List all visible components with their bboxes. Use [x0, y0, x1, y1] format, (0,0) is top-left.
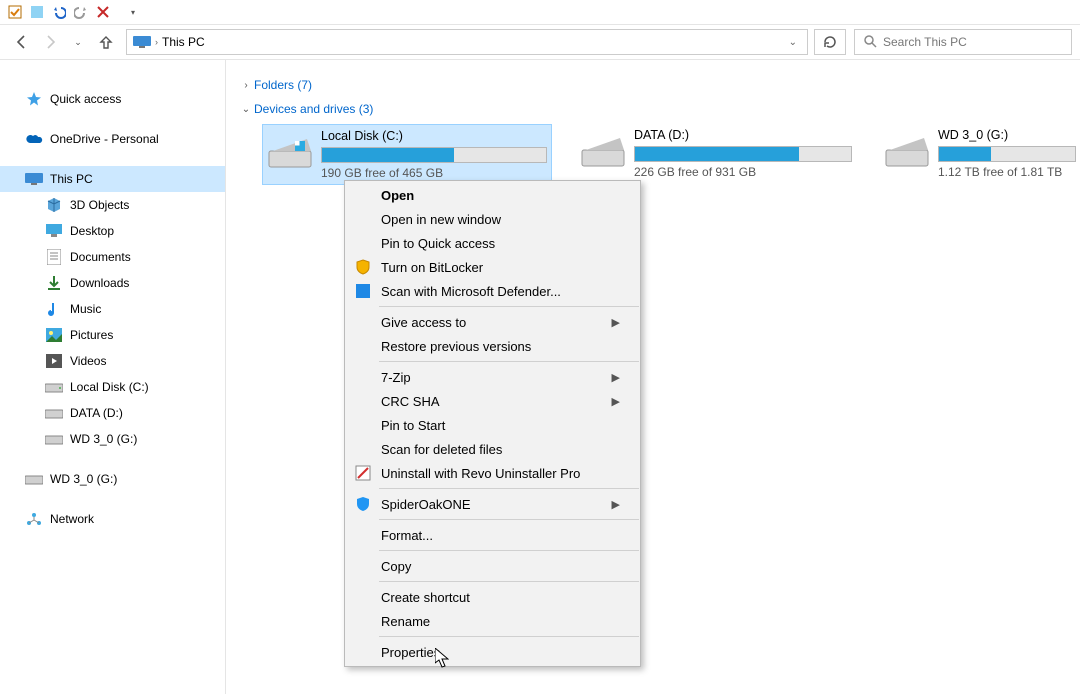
drive-free: 190 GB free of 465 GB: [321, 166, 547, 180]
menu-crc-sha[interactable]: CRC SHA▶: [345, 389, 640, 413]
properties-icon[interactable]: [4, 1, 26, 23]
star-icon: [24, 89, 44, 109]
menu-properties[interactable]: Properties: [345, 640, 640, 664]
menu-revo[interactable]: Uninstall with Revo Uninstaller Pro: [345, 461, 640, 485]
sidebar-data-d[interactable]: DATA (D:): [0, 400, 225, 426]
refresh-button[interactable]: [814, 29, 846, 55]
context-menu: Open Open in new window Pin to Quick acc…: [344, 180, 641, 667]
menu-scan-deleted[interactable]: Scan for deleted files: [345, 437, 640, 461]
sidebar-pictures[interactable]: Pictures: [0, 322, 225, 348]
menu-bitlocker[interactable]: Turn on BitLocker: [345, 255, 640, 279]
defender-icon: [353, 281, 373, 301]
music-icon: [44, 299, 64, 319]
drive-icon: [24, 469, 44, 489]
back-button[interactable]: [8, 28, 36, 56]
sidebar-videos[interactable]: Videos: [0, 348, 225, 374]
chevron-right-icon: ›: [238, 80, 254, 91]
chevron-right-icon: ▶: [612, 316, 620, 329]
drive-icon: [44, 377, 64, 397]
chevron-right-icon: ▶: [612, 498, 620, 511]
menu-open-new-window[interactable]: Open in new window: [345, 207, 640, 231]
forward-button[interactable]: [36, 28, 64, 56]
breadcrumb-this-pc[interactable]: This PC: [158, 35, 209, 49]
menu-restore-versions[interactable]: Restore previous versions: [345, 334, 640, 358]
sidebar-desktop[interactable]: Desktop: [0, 218, 225, 244]
menu-spideroak[interactable]: SpiderOakONE▶: [345, 492, 640, 516]
address-dropdown-icon[interactable]: ⌄: [783, 37, 803, 48]
menu-create-shortcut[interactable]: Create shortcut: [345, 585, 640, 609]
new-folder-icon[interactable]: [26, 1, 48, 23]
nav-pane: Quick access OneDrive - Personal This PC…: [0, 60, 226, 694]
sidebar-downloads[interactable]: Downloads: [0, 270, 225, 296]
undo-icon[interactable]: [48, 1, 70, 23]
capacity-bar: [634, 146, 852, 162]
drive-name: Local Disk (C:): [321, 129, 547, 143]
address-bar[interactable]: › This PC ⌄: [126, 29, 808, 55]
desktop-icon: [44, 221, 64, 241]
quick-access-toolbar: ▾: [0, 0, 1080, 24]
network-icon: [24, 509, 44, 529]
nav-bar: ⌄ › This PC ⌄ Search This PC: [0, 24, 1080, 60]
section-devices[interactable]: ⌄Devices and drives (3): [238, 98, 1080, 120]
sidebar-wd-external[interactable]: WD 3_0 (G:): [0, 466, 225, 492]
menu-open[interactable]: Open: [345, 183, 640, 207]
spideroak-icon: [353, 494, 373, 514]
sidebar-quick-access[interactable]: Quick access: [0, 86, 225, 112]
drive-icon: [267, 129, 313, 175]
menu-copy[interactable]: Copy: [345, 554, 640, 578]
drive-icon: [44, 429, 64, 449]
sidebar-local-disk-c[interactable]: Local Disk (C:): [0, 374, 225, 400]
menu-pin-quick-access[interactable]: Pin to Quick access: [345, 231, 640, 255]
sidebar-this-pc[interactable]: This PC: [0, 166, 225, 192]
revo-icon: [353, 463, 373, 483]
chevron-right-icon: ▶: [612, 371, 620, 384]
customize-icon[interactable]: ▾: [122, 1, 144, 23]
drive-local-disk-c[interactable]: Local Disk (C:) 190 GB free of 465 GB: [262, 124, 552, 185]
search-icon: [863, 34, 877, 51]
sidebar-documents[interactable]: Documents: [0, 244, 225, 270]
up-button[interactable]: [92, 28, 120, 56]
drive-free: 226 GB free of 931 GB: [634, 165, 852, 179]
chevron-down-icon: ⌄: [238, 104, 254, 115]
shield-icon: [353, 257, 373, 277]
this-pc-icon: [131, 35, 153, 49]
drive-name: DATA (D:): [634, 128, 852, 142]
drive-icon: [44, 403, 64, 423]
drive-data-d[interactable]: DATA (D:) 226 GB free of 931 GB: [576, 124, 856, 185]
delete-icon[interactable]: [92, 1, 114, 23]
drive-wd-g[interactable]: WD 3_0 (G:) 1.12 TB free of 1.81 TB: [880, 124, 1080, 185]
capacity-bar: [938, 146, 1076, 162]
menu-pin-start[interactable]: Pin to Start: [345, 413, 640, 437]
pc-icon: [24, 169, 44, 189]
search-box[interactable]: Search This PC: [854, 29, 1072, 55]
downloads-icon: [44, 273, 64, 293]
documents-icon: [44, 247, 64, 267]
cube-icon: [44, 195, 64, 215]
capacity-bar: [321, 147, 547, 163]
chevron-right-icon: ▶: [612, 395, 620, 408]
redo-icon[interactable]: [70, 1, 92, 23]
sidebar-music[interactable]: Music: [0, 296, 225, 322]
menu-7zip[interactable]: 7-Zip▶: [345, 365, 640, 389]
pictures-icon: [44, 325, 64, 345]
menu-defender[interactable]: Scan with Microsoft Defender...: [345, 279, 640, 303]
sidebar-network[interactable]: Network: [0, 506, 225, 532]
drive-free: 1.12 TB free of 1.81 TB: [938, 165, 1076, 179]
sidebar-onedrive[interactable]: OneDrive - Personal: [0, 126, 225, 152]
menu-format[interactable]: Format...: [345, 523, 640, 547]
menu-rename[interactable]: Rename: [345, 609, 640, 633]
sidebar-3d-objects[interactable]: 3D Objects: [0, 192, 225, 218]
section-folders[interactable]: ›Folders (7): [238, 74, 1080, 96]
videos-icon: [44, 351, 64, 371]
drive-name: WD 3_0 (G:): [938, 128, 1076, 142]
drive-icon: [580, 128, 626, 174]
recent-button[interactable]: ⌄: [64, 28, 92, 56]
sidebar-wd-g[interactable]: WD 3_0 (G:): [0, 426, 225, 452]
menu-give-access[interactable]: Give access to▶: [345, 310, 640, 334]
search-placeholder: Search This PC: [883, 35, 967, 49]
cloud-icon: [24, 129, 44, 149]
drive-icon: [884, 128, 930, 174]
